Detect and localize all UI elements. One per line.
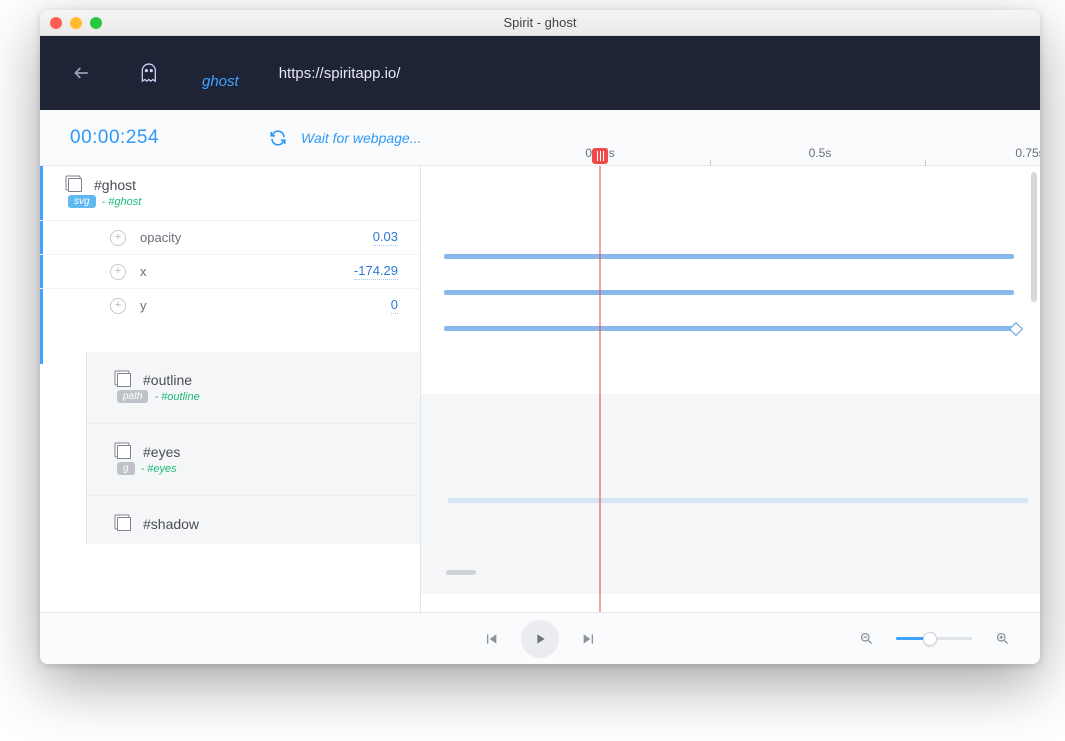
layer-row[interactable]: #eyes g - #eyes [87,423,420,495]
property-row[interactable]: + x -174.29 [40,254,420,288]
back-button[interactable] [70,61,94,85]
ruler-tick: 0.5s [809,146,832,160]
element-type-badge: g [117,462,135,475]
keyframe-diamond[interactable] [1009,322,1023,336]
property-name: x [140,264,354,279]
titlebar: Spirit - ghost [40,10,1040,36]
zoom-in-button[interactable] [988,625,1016,653]
prev-frame-button[interactable] [477,625,505,653]
main-area: #ghost svg - #ghost + opacity 0.03 + x -… [40,166,1040,612]
ruler-tick: 0.75s [1015,146,1040,160]
header-bar: ghost https://spiritapp.io/ [40,36,1040,110]
add-keyframe-icon[interactable]: + [110,298,126,314]
element-icon [117,517,131,531]
playhead-line [600,166,601,612]
layer-name: #ghost [94,177,136,193]
selector-text: - #ghost [102,196,142,208]
next-frame-button[interactable] [575,625,603,653]
element-type-badge: svg [68,195,96,208]
tracks [420,166,1040,612]
property-name: opacity [140,230,373,245]
window-title: Spirit - ghost [40,15,1040,30]
layers-panel: #ghost svg - #ghost + opacity 0.03 + x -… [40,166,420,612]
layer-name: #shadow [143,516,199,532]
animation-tab[interactable]: ghost [202,73,239,108]
playhead-handle[interactable] [592,148,608,164]
child-layers: #outline path - #outline #eyes g - #eyes [86,352,420,544]
horizontal-scroll-thumb[interactable] [446,570,476,575]
project-url: https://spiritapp.io/ [279,65,401,82]
layer-row[interactable]: #ghost svg - #ghost [40,166,420,220]
timecode: 00:00:254 [70,127,159,149]
zoom-out-button[interactable] [852,625,880,653]
layer-name: #eyes [143,444,180,460]
status-text: Wait for webpage... [301,130,421,146]
time-ruler[interactable]: 0.25s 0.5s 0.75s [420,110,1040,166]
property-row[interactable]: + opacity 0.03 [40,220,420,254]
ghost-icon [134,59,162,87]
add-keyframe-icon[interactable]: + [110,230,126,246]
inactive-track-zone [420,394,1040,594]
zoom-slider[interactable] [896,637,972,640]
element-icon [117,373,131,387]
app-window: Spirit - ghost ghost https://spiritapp.i… [40,10,1040,664]
property-value[interactable]: 0 [391,297,398,314]
timeline-panel[interactable] [420,166,1040,612]
keyframe-bar[interactable] [444,254,1014,259]
maximize-window-button[interactable] [90,17,102,29]
refresh-icon [269,129,287,147]
selector-text: - #eyes [141,463,177,475]
element-icon [68,178,82,192]
keyframe-bar[interactable] [448,498,1028,503]
player-bar [40,612,1040,664]
element-icon [117,445,131,459]
property-value[interactable]: -174.29 [354,263,398,280]
selector-text: - #outline [154,391,199,403]
minimize-window-button[interactable] [70,17,82,29]
panel-divider[interactable] [420,166,421,612]
layer-row[interactable]: #shadow [87,495,420,544]
zoom-controls [852,625,1016,653]
property-value[interactable]: 0.03 [373,229,398,246]
property-row[interactable]: + y 0 [40,288,420,322]
element-type-badge: path [117,390,148,403]
refresh-group[interactable]: Wait for webpage... [269,129,421,147]
play-button[interactable] [521,620,559,658]
toolbar: 00:00:254 Wait for webpage... 0.25s 0.5s… [40,110,1040,166]
traffic-lights [50,17,102,29]
keyframe-bar[interactable] [444,326,1014,331]
add-keyframe-icon[interactable]: + [110,264,126,280]
layer-name: #outline [143,372,192,388]
property-name: y [140,298,391,313]
layer-row[interactable]: #outline path - #outline [87,352,420,423]
keyframe-bar[interactable] [444,290,1014,295]
close-window-button[interactable] [50,17,62,29]
